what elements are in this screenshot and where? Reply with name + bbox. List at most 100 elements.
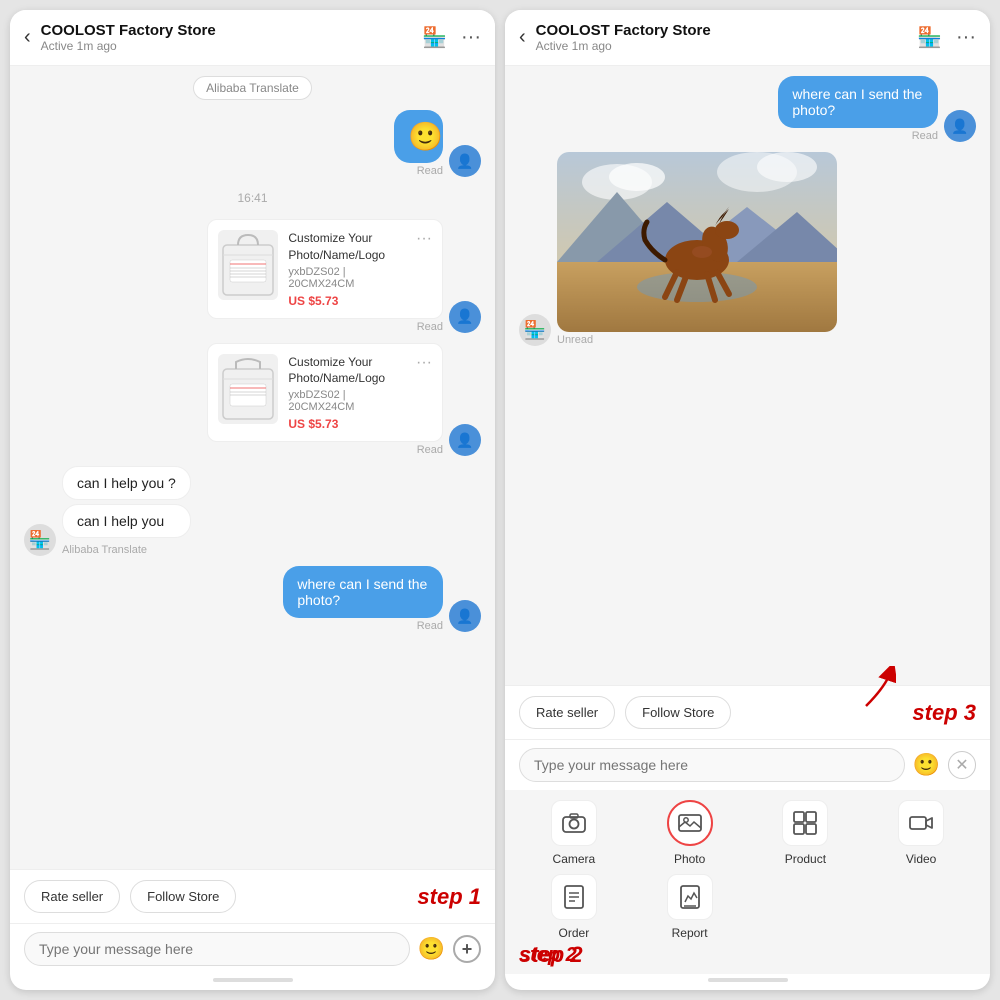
- store-title-left: COOLOST Factory Store: [41, 22, 412, 39]
- order-icon: [551, 874, 597, 920]
- store-title-right: COOLOST Factory Store: [536, 22, 907, 39]
- horse-image: [557, 152, 837, 332]
- step1-label: step 1: [417, 884, 481, 910]
- order-label: Order: [559, 926, 590, 940]
- product-info-2: Customize Your Photo/Name/Logo yxbDZS02 …: [288, 354, 406, 432]
- photo-action[interactable]: Photo: [635, 800, 745, 866]
- left-chat-area: Alibaba Translate 👤 🙂 Read 16:41 👤: [10, 66, 495, 869]
- right-chat-area: 👤 where can I send the photo? Read 🏪: [505, 66, 990, 685]
- close-icon-right[interactable]: ✕: [948, 751, 976, 779]
- camera-label: Camera: [553, 852, 596, 866]
- product-img-2: [218, 354, 278, 424]
- back-button-right[interactable]: ‹: [519, 26, 526, 49]
- bottom-actions-right: Rate seller Follow Store step 3: [505, 685, 990, 739]
- seller-bubble-2: can I help you: [62, 504, 191, 538]
- step2-container: step 2: [519, 942, 583, 968]
- seller-msg-row: 🏪 can I help you ? can I help you Alibab…: [24, 466, 481, 556]
- product-more-2[interactable]: ···: [416, 354, 432, 432]
- product-name-2: Customize Your Photo/Name/Logo: [288, 354, 406, 388]
- message-input-row-left: 🙂 +: [10, 923, 495, 974]
- right-user-bubble: where can I send the photo?: [778, 76, 938, 128]
- photo-icon: [667, 800, 713, 846]
- user-bubble: where can I send the photo?: [283, 566, 443, 618]
- unread-meta: Unread: [557, 334, 837, 346]
- bottom-actions-left: Rate seller Follow Store step 1: [10, 869, 495, 923]
- product-more-1[interactable]: ···: [416, 230, 432, 308]
- back-button-left[interactable]: ‹: [24, 26, 31, 49]
- product-card-2: Customize Your Photo/Name/Logo yxbDZS02 …: [207, 343, 443, 443]
- message-input-row-right: 🙂 ✕: [505, 739, 990, 790]
- emoji-icon-left[interactable]: 🙂: [418, 936, 445, 962]
- more-icon-right[interactable]: ···: [956, 26, 976, 49]
- product-id-1: yxbDZS02 | 20CMX24CM: [288, 266, 406, 290]
- step3-arrow: [836, 666, 896, 716]
- plus-icon-left[interactable]: +: [453, 935, 481, 963]
- product-info-1: Customize Your Photo/Name/Logo yxbDZS02 …: [288, 230, 406, 308]
- read-meta-user: Read: [417, 620, 443, 632]
- store-icon-left[interactable]: 🏪: [422, 25, 447, 50]
- bottom-bar-right: [708, 978, 788, 982]
- right-user-avatar: 👤: [944, 110, 976, 142]
- product-img-1: [218, 230, 278, 300]
- seller-bubble-1: can I help you ?: [62, 466, 191, 500]
- read-meta-emoji: Read: [417, 165, 443, 177]
- emoji-bubble: 🙂: [394, 110, 443, 163]
- user-avatar-p2: 👤: [449, 424, 481, 456]
- header-info-right: COOLOST Factory Store Active 1m ago: [536, 22, 907, 53]
- user-avatar-emoji: 👤: [449, 145, 481, 177]
- video-icon: [898, 800, 944, 846]
- horse-img-row: 🏪: [519, 152, 976, 346]
- more-icon-left[interactable]: ···: [461, 26, 481, 49]
- product-id-2: yxbDZS02 | 20CMX24CM: [288, 389, 406, 413]
- seller-avatar-right: 🏪: [519, 314, 551, 346]
- report-label: Report: [672, 926, 708, 940]
- follow-store-button-right[interactable]: Follow Store: [625, 696, 731, 729]
- time-divider: 16:41: [24, 191, 481, 205]
- right-chat-panel: ‹ COOLOST Factory Store Active 1m ago 🏪 …: [505, 10, 990, 990]
- store-icon-right[interactable]: 🏪: [917, 25, 942, 50]
- read-meta-p1: Read: [417, 321, 443, 333]
- action-grid-container: step 2 Camera: [505, 790, 990, 944]
- right-user-msg-row: 👤 where can I send the photo? Read: [519, 76, 976, 142]
- right-read-meta: Read: [912, 130, 938, 142]
- translate-badge-left: Alibaba Translate: [193, 76, 312, 100]
- message-input-right[interactable]: [519, 748, 905, 782]
- action-grid: Camera Photo: [519, 800, 976, 866]
- action-grid-row2: Order Report: [519, 874, 976, 940]
- order-action[interactable]: Order: [519, 874, 629, 940]
- left-header: ‹ COOLOST Factory Store Active 1m ago 🏪 …: [10, 10, 495, 66]
- product-price-1: US $5.73: [288, 294, 406, 308]
- store-status-left: Active 1m ago: [41, 39, 412, 53]
- camera-icon: [551, 800, 597, 846]
- product-name-1: Customize Your Photo/Name/Logo: [288, 230, 406, 264]
- product-action[interactable]: Product: [751, 800, 861, 866]
- product-card-row-2: 👤 Custo: [24, 343, 481, 457]
- header-icons-right: 🏪 ···: [917, 25, 976, 50]
- photo-label: Photo: [674, 852, 705, 866]
- store-status-right: Active 1m ago: [536, 39, 907, 53]
- message-input-left[interactable]: [24, 932, 410, 966]
- rate-seller-button-left[interactable]: Rate seller: [24, 880, 120, 913]
- product-price-2: US $5.73: [288, 417, 406, 431]
- left-chat-panel: ‹ COOLOST Factory Store Active 1m ago 🏪 …: [10, 10, 495, 990]
- follow-store-button-left[interactable]: Follow Store: [130, 880, 236, 913]
- video-action[interactable]: Video: [866, 800, 976, 866]
- rate-seller-button-right[interactable]: Rate seller: [519, 696, 615, 729]
- report-action[interactable]: Report: [635, 874, 745, 940]
- bag-svg-1: [218, 230, 278, 300]
- step3-label: step 3: [912, 700, 976, 726]
- emoji-icon-right[interactable]: 🙂: [913, 752, 940, 778]
- read-meta-p2: Read: [417, 444, 443, 456]
- user-msg-row: 👤 where can I send the photo? Read: [24, 566, 481, 632]
- camera-action[interactable]: Camera: [519, 800, 629, 866]
- product-icon: [782, 800, 828, 846]
- bag-svg-2: [218, 354, 278, 424]
- seller-avatar: 🏪: [24, 524, 56, 556]
- user-avatar-msg: 👤: [449, 600, 481, 632]
- video-label: Video: [906, 852, 936, 866]
- horse-svg: [557, 152, 837, 332]
- header-info-left: COOLOST Factory Store Active 1m ago: [41, 22, 412, 53]
- product-label: Product: [785, 852, 826, 866]
- bottom-bar-left: [213, 978, 293, 982]
- product-card-row-1: 👤: [24, 219, 481, 333]
